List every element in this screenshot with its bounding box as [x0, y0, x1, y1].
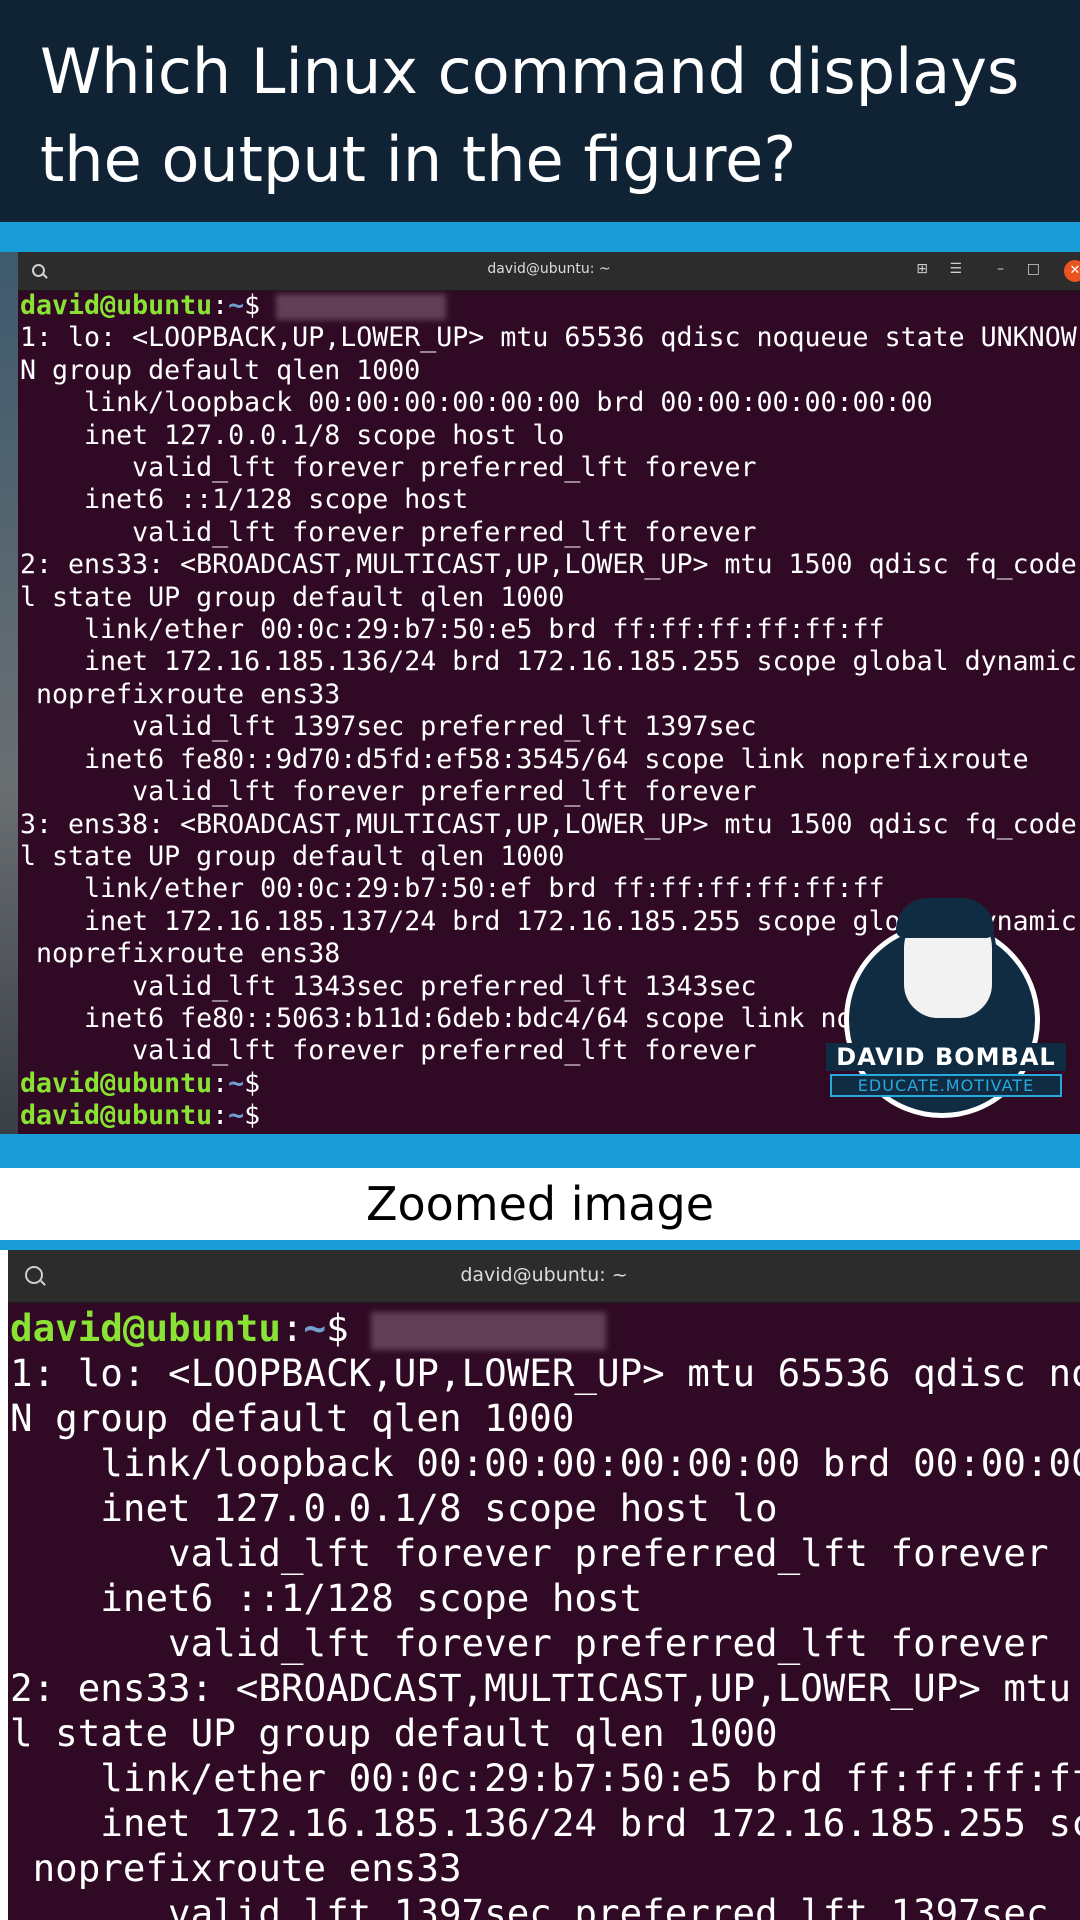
- logo-hair: [896, 898, 994, 938]
- output-line: 2: ens33: <BROADCAST,MULTICAST,UP,LOWER_…: [20, 549, 1077, 581]
- prompt-path: ~: [228, 290, 245, 321]
- output-line: valid_lft forever preferred_lft forever: [20, 516, 757, 548]
- output-line: 1: lo: <LOOPBACK,UP,LOWER_UP> mtu 65536 …: [20, 322, 1077, 354]
- blurred-command: [371, 1311, 607, 1350]
- close-icon[interactable]: ✕: [1064, 260, 1080, 282]
- prompt-user: david@ubuntu: [20, 290, 213, 321]
- new-tab-icon[interactable]: ⊞: [916, 261, 928, 277]
- prompt-dollar: $: [244, 290, 261, 321]
- output-line: valid_lft forever preferred_lft forever: [10, 1621, 1049, 1665]
- output-line: link/loopback 00:00:00:00:00:00 brd 00:0…: [100, 1441, 1080, 1485]
- minimize-icon[interactable]: –: [997, 261, 1004, 277]
- output-line: inet6 fe80::9d70:d5fd:ef58:3545/64 scope…: [20, 743, 1029, 775]
- output-line: valid_lft forever preferred_lft forever: [10, 1531, 1049, 1575]
- output-line: l state UP group default qlen 1000: [20, 840, 565, 872]
- output-line: l state UP group default qlen 1000: [10, 1711, 778, 1755]
- output-line: N group default qlen 1000: [10, 1396, 575, 1440]
- divider-band-middle: [0, 1134, 1080, 1168]
- zoomed-window-title: david@ubuntu: ~: [460, 1264, 628, 1286]
- prompt-separator: :: [280, 1306, 304, 1350]
- divider-band-zoom: [0, 1240, 1080, 1250]
- output-line: inet6 ::1/128 scope host: [20, 484, 469, 516]
- output-line: link/ether 00:0c:29:b7:50:e5 brd ff:ff:f…: [100, 1756, 1080, 1800]
- output-line: link/loopback 00:00:00:00:00:00 brd 00:0…: [20, 387, 933, 419]
- logo-tagline: EDUCATE.MOTIVATE: [830, 1074, 1062, 1097]
- prompt-separator: :: [212, 1067, 229, 1099]
- question-header: Which Linux command displays the output …: [0, 0, 1080, 222]
- prompt-dollar: $: [326, 1306, 349, 1350]
- prompt-dollar: $: [244, 1100, 261, 1132]
- logo-name: DAVID BOMBAL: [826, 1043, 1066, 1071]
- prompt-dollar: $: [244, 1067, 261, 1099]
- output-line: noprefixroute ens33: [10, 1846, 462, 1890]
- prompt-path: ~: [303, 1306, 327, 1350]
- output-line: 3: ens38: <BROADCAST,MULTICAST,UP,LOWER_…: [20, 808, 1077, 840]
- zoomed-titlebar: david@ubuntu: ~: [8, 1250, 1080, 1303]
- prompt-separator: :: [212, 290, 229, 321]
- prompt-user: david@ubuntu: [20, 1100, 213, 1132]
- prompt-line: david@ubuntu:~$: [10, 1306, 1080, 1351]
- output-line: N group default qlen 1000: [20, 354, 421, 386]
- zoomed-terminal-window: david@ubuntu: ~ david@ubuntu:~$ 1: lo: <…: [8, 1250, 1080, 1920]
- desktop-background: [0, 252, 18, 1134]
- divider-band-top: [0, 222, 1080, 252]
- maximize-icon[interactable]: □: [1027, 261, 1040, 277]
- prompt-separator: :: [212, 1100, 229, 1132]
- output-line: link/ether 00:0c:29:b7:50:e5 brd ff:ff:f…: [20, 614, 885, 646]
- terminal-titlebar[interactable]: david@ubuntu: ~ ⊞ ☰ – □ ✕: [18, 252, 1080, 291]
- output-line: inet 127.0.0.1/8 scope host lo: [20, 419, 565, 451]
- prompt-user: david@ubuntu: [10, 1306, 281, 1350]
- david-bombal-logo: DAVID BOMBAL EDUCATE.MOTIVATE: [826, 898, 1066, 1124]
- output-line: l state UP group default qlen 1000: [20, 581, 565, 613]
- prompt-user: david@ubuntu: [20, 1067, 213, 1099]
- output-line: inet6 ::1/128 scope host: [10, 1576, 643, 1620]
- hamburger-menu-icon[interactable]: ☰: [949, 261, 962, 277]
- prompt-path: ~: [228, 1067, 245, 1099]
- prompt-line: david@ubuntu:~$: [20, 290, 1077, 322]
- output-line: noprefixroute ens33: [20, 678, 341, 710]
- output-line: valid_lft 1397sec preferred_lft 1397sec: [20, 711, 757, 743]
- output-line: 1: lo: <LOOPBACK,UP,LOWER_UP> mtu 65536 …: [10, 1351, 1080, 1395]
- zoom-label: Zoomed image: [365, 1177, 714, 1231]
- output-line: inet 172.16.185.136/24 brd 172.16.185.25…: [100, 1801, 1080, 1845]
- prompt-path: ~: [228, 1100, 245, 1132]
- output-line: valid_lft 1397sec preferred_lft 1397sec: [10, 1891, 1049, 1920]
- question-text: Which Linux command displays the output …: [40, 35, 1020, 196]
- zoomed-terminal-output: david@ubuntu:~$ 1: lo: <LOOPBACK,UP,LOWE…: [10, 1306, 1080, 1920]
- output-line: inet 172.16.185.136/24 brd 172.16.185.25…: [20, 646, 1077, 678]
- output-line: valid_lft forever preferred_lft forever: [20, 776, 757, 808]
- output-line: valid_lft forever preferred_lft forever: [20, 452, 757, 484]
- output-line: inet 127.0.0.1/8 scope host lo: [10, 1486, 778, 1530]
- output-line: 2: ens33: <BROADCAST,MULTICAST,UP,LOWER_…: [10, 1666, 1072, 1710]
- blurred-command: [276, 293, 447, 320]
